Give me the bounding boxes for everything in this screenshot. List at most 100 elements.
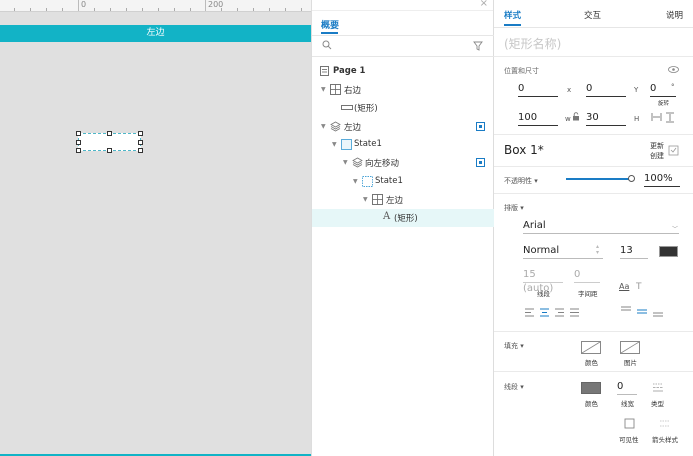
x-unit-label: x [567, 86, 572, 94]
y-field[interactable]: 0 [586, 82, 626, 97]
resize-handle-e[interactable] [138, 140, 143, 145]
tree-item-rectangle[interactable]: (矩形) [312, 99, 495, 117]
font-family-select[interactable]: Arial [523, 219, 679, 234]
expand-arrow-icon[interactable]: ▼ [332, 141, 337, 148]
tree-item-left-panel[interactable]: ▼ 左边 [312, 191, 495, 209]
create-label[interactable]: 创建 [650, 151, 664, 161]
rectangle-line-icon [341, 105, 353, 110]
divider [494, 166, 693, 167]
divider [494, 56, 693, 57]
expand-arrow-icon[interactable]: ▼ [343, 159, 348, 166]
tab-style[interactable]: 样式 [504, 9, 521, 21]
visibility-checkbox[interactable] [476, 158, 485, 167]
tree-item-label: 右边 [344, 86, 362, 96]
active-tab-indicator [504, 24, 521, 26]
state-dashed-icon [362, 176, 373, 187]
update-label[interactable]: 更新 [650, 141, 664, 151]
tree-item-label: 左边 [386, 196, 404, 206]
fill-image-swatch[interactable] [620, 341, 640, 354]
border-width-label: 线宽 [621, 400, 634, 408]
selected-rectangle[interactable] [76, 131, 143, 153]
valign-top-icon [621, 306, 631, 311]
tab-outline[interactable]: 概要 [321, 18, 339, 31]
search-icon [322, 40, 332, 50]
fill-color-label: 颜色 [585, 359, 598, 367]
tree-item-state1[interactable]: ▼ State1 [312, 136, 495, 154]
char-spacing-field[interactable]: 0 [574, 268, 600, 283]
fill-label[interactable]: 填充 ▾ [504, 341, 524, 351]
tree-item-label: 左边 [344, 123, 362, 133]
design-canvas[interactable]: 0 200 左边 [0, 0, 311, 456]
height-field[interactable]: 30 [586, 111, 626, 126]
visibility-checkbox[interactable] [476, 122, 485, 131]
expand-arrow-icon[interactable]: ▼ [353, 178, 358, 185]
expand-arrow-icon[interactable]: ▼ [321, 86, 326, 93]
border-width-field[interactable]: 0 [617, 380, 637, 395]
layers-icon [352, 157, 363, 168]
dynamic-panel-icon [330, 84, 341, 95]
resize-handle-sw[interactable] [76, 148, 81, 153]
layers-icon [330, 121, 341, 132]
valign-bottom-icon [653, 312, 663, 317]
align-center-icon [540, 308, 549, 317]
text-shadow-icon[interactable]: T [636, 282, 642, 292]
ruler-tick [78, 0, 79, 11]
tree-item-right-panel[interactable]: ▼ 右边 [312, 81, 495, 99]
font-color-swatch[interactable] [659, 246, 678, 257]
shape-name-input[interactable]: (矩形名称) [504, 35, 561, 52]
tree-item-state1-nested[interactable]: ▼ State1 [312, 173, 495, 191]
typography-label[interactable]: 排版 ▾ [504, 203, 524, 213]
tree-item-rectangle-text[interactable]: A (矩形) [312, 209, 495, 227]
text-case-icon[interactable]: Aa [619, 282, 629, 291]
x-field[interactable]: 0 [518, 82, 558, 97]
fill-color-swatch[interactable] [581, 341, 601, 354]
lock-icon[interactable] [572, 112, 580, 121]
opacity-field[interactable]: 100% [644, 172, 680, 187]
font-size-field[interactable]: 13 [620, 244, 648, 259]
line-height-field[interactable]: 15 (auto) [523, 268, 563, 294]
tree-item-move-left[interactable]: ▼ 向左移动 [312, 154, 495, 172]
chevron-down-icon[interactable]: ﹀ [672, 224, 678, 233]
filter-icon[interactable] [473, 41, 483, 51]
close-icon[interactable]: × [480, 0, 488, 9]
style-manager-icon[interactable] [668, 145, 679, 156]
border-type-label: 类型 [651, 400, 664, 408]
width-field[interactable]: 100 [518, 111, 558, 126]
tree-item-page1[interactable]: Page 1 [312, 63, 495, 81]
resize-handle-n[interactable] [107, 131, 112, 136]
left-panel-banner[interactable]: 左边 [0, 25, 311, 42]
resize-handle-se[interactable] [138, 148, 143, 153]
stepper-icon[interactable]: ▴ ▾ [596, 244, 599, 256]
outline-panel: × 概要 Page 1 ▼ 右边 (矩形) ▼ 左边 ▼ State1 ▼ 向左… [311, 0, 495, 456]
style-name[interactable]: Box 1* [504, 143, 544, 157]
rotate-unit-label: ° [671, 83, 675, 91]
tab-interaction[interactable]: 交互 [584, 9, 601, 21]
resize-handle-s[interactable] [107, 148, 112, 153]
fit-height-icon[interactable] [665, 112, 675, 123]
resize-handle-w[interactable] [76, 140, 81, 145]
divider [494, 193, 693, 194]
tree-item-label: State1 [375, 176, 403, 186]
font-weight-select[interactable]: Normal [523, 244, 603, 259]
tree-item-label: Page 1 [333, 66, 366, 76]
tree-item-label: (矩形) [354, 104, 378, 114]
properties-panel: 样式 交互 说明 (矩形名称) 位置和尺寸 0 x 0 Y 0 ° 旋转 100… [494, 0, 693, 456]
tab-notes[interactable]: 说明 [666, 9, 683, 21]
tree-item-left-repeater[interactable]: ▼ 左边 [312, 118, 495, 136]
expand-arrow-icon[interactable]: ▼ [363, 196, 368, 203]
outline-search-input[interactable] [338, 40, 468, 54]
eye-icon[interactable] [668, 66, 679, 73]
expand-arrow-icon[interactable]: ▼ [321, 123, 326, 130]
resize-handle-ne[interactable] [138, 131, 143, 136]
border-label[interactable]: 线段 ▾ [504, 382, 524, 392]
border-visibility-icon[interactable] [624, 418, 635, 429]
fill-image-label: 图片 [624, 359, 637, 367]
opacity-label[interactable]: 不透明性 ▾ [504, 176, 538, 186]
border-color-swatch[interactable] [581, 382, 601, 394]
opacity-slider-track[interactable] [566, 178, 630, 180]
border-type-icon[interactable] [652, 383, 664, 392]
opacity-slider-knob[interactable] [628, 175, 635, 182]
fit-width-icon[interactable] [651, 112, 662, 122]
resize-handle-nw[interactable] [76, 131, 81, 136]
arrow-style-icon[interactable] [659, 419, 671, 428]
